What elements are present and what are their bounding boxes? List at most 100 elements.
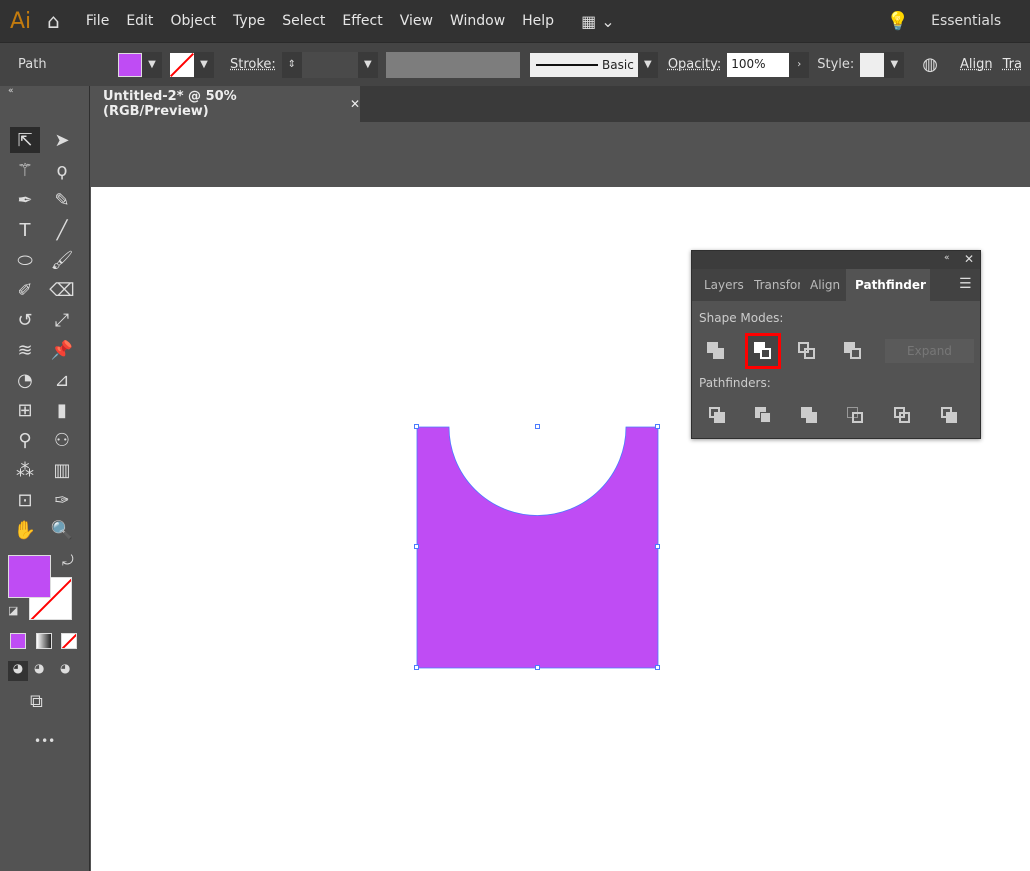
collapse-icon[interactable]: «: [8, 86, 14, 96]
fill-dropdown[interactable]: ▼: [142, 51, 162, 78]
style-swatch[interactable]: [860, 52, 885, 77]
tab-transform[interactable]: Transfor: [754, 269, 800, 301]
brush-definition[interactable]: Basic: [529, 52, 638, 77]
minus-front-button[interactable]: [745, 333, 781, 369]
opacity-label[interactable]: Opacity:: [668, 57, 721, 72]
menu-help[interactable]: Help: [522, 13, 554, 29]
stroke-dropdown[interactable]: ▼: [194, 51, 214, 78]
artboard-tool[interactable]: ⊡: [10, 487, 40, 513]
hand-tool[interactable]: ✋: [10, 517, 40, 543]
stroke-label[interactable]: Stroke:: [230, 57, 276, 72]
selection-handle[interactable]: [655, 544, 660, 549]
line-tool[interactable]: ╱: [47, 217, 77, 243]
gradient-mode-icon[interactable]: [36, 633, 52, 649]
selection-handle[interactable]: [414, 424, 419, 429]
gradient-tool[interactable]: ▮: [47, 397, 77, 423]
magic-wand-tool[interactable]: ⚚: [10, 157, 40, 183]
rotate-tool[interactable]: ↺: [10, 307, 40, 333]
tab-align[interactable]: Align: [810, 269, 840, 301]
minus-back-button[interactable]: [934, 400, 966, 432]
fill-color-swatch[interactable]: [8, 555, 51, 598]
column-graph-tool[interactable]: ▥: [47, 457, 77, 483]
close-tab-icon[interactable]: ✕: [350, 97, 360, 111]
stroke-weight-input[interactable]: [301, 51, 358, 78]
minus-front-result-path[interactable]: [416, 426, 659, 669]
pen-tool[interactable]: ✒: [10, 187, 40, 213]
arrange-documents-icon[interactable]: ▦ ⌄: [581, 12, 615, 31]
direct-selection-tool[interactable]: ➤: [47, 127, 77, 153]
trim-button[interactable]: [748, 400, 780, 432]
paintbrush-tool[interactable]: 🖌: [47, 247, 77, 273]
zoom-tool[interactable]: 🔍: [47, 517, 77, 543]
panel-menu-icon[interactable]: ☰: [959, 276, 972, 292]
divide-button[interactable]: [702, 400, 734, 432]
swap-colors-icon[interactable]: ⤾: [62, 553, 74, 569]
blend-tool[interactable]: ⚇: [47, 427, 77, 453]
unite-button[interactable]: [700, 335, 732, 367]
purple-shape[interactable]: [410, 420, 666, 676]
collapse-panel-icon[interactable]: «: [944, 253, 950, 263]
shape-builder-tool[interactable]: ◔: [10, 367, 40, 393]
stroke-swatch[interactable]: [170, 52, 194, 77]
recolor-icon[interactable]: ◍: [922, 54, 938, 75]
eraser-tool[interactable]: ⌫: [47, 277, 77, 303]
ellipse-tool[interactable]: ⬭: [10, 247, 40, 273]
exclude-button[interactable]: [837, 335, 869, 367]
tab-pathfinder[interactable]: Pathfinder: [846, 269, 930, 301]
draw-inside-icon[interactable]: ◕: [60, 661, 70, 675]
brush-dropdown[interactable]: ▼: [637, 51, 658, 78]
intersect-button[interactable]: [791, 335, 823, 367]
warp-tool[interactable]: ≋: [10, 337, 40, 363]
default-colors-icon[interactable]: ◪: [8, 604, 18, 617]
menu-file[interactable]: File: [86, 13, 109, 29]
selection-handle[interactable]: [535, 424, 540, 429]
align-link[interactable]: Align: [960, 57, 993, 72]
outline-button[interactable]: [887, 400, 919, 432]
curvature-tool[interactable]: ✎: [47, 187, 77, 213]
transform-link[interactable]: Tra: [1003, 57, 1022, 72]
stroke-weight-stepper[interactable]: ⇕: [281, 51, 302, 78]
fill-swatch[interactable]: [118, 52, 142, 77]
symbol-sprayer-tool[interactable]: ⁂: [10, 457, 40, 483]
menu-type[interactable]: Type: [233, 13, 265, 29]
close-panel-icon[interactable]: ✕: [964, 252, 974, 266]
style-dropdown[interactable]: ▼: [884, 51, 905, 78]
selection-tool[interactable]: ⇱: [10, 127, 40, 153]
shaper-tool[interactable]: ✐: [10, 277, 40, 303]
selection-handle[interactable]: [414, 544, 419, 549]
selection-handle[interactable]: [655, 665, 660, 670]
selection-handle[interactable]: [535, 665, 540, 670]
screen-mode-icon[interactable]: ⧉: [30, 691, 43, 712]
none-mode-icon[interactable]: [61, 633, 77, 649]
mesh-tool[interactable]: ⊞: [10, 397, 40, 423]
merge-button[interactable]: [794, 400, 826, 432]
workspace-switcher[interactable]: Essentials: [931, 13, 1001, 29]
menu-effect[interactable]: Effect: [342, 13, 382, 29]
selection-handle[interactable]: [655, 424, 660, 429]
puppet-warp-tool[interactable]: 📌: [47, 337, 77, 363]
draw-behind-icon[interactable]: ◕: [34, 661, 44, 675]
scale-tool[interactable]: ⤢: [47, 307, 77, 333]
variable-width-profile[interactable]: [385, 51, 520, 78]
tab-layers[interactable]: Layers: [704, 269, 744, 301]
document-tab[interactable]: Untitled-2* @ 50% (RGB/Preview) ✕: [91, 86, 360, 122]
home-icon[interactable]: ⌂: [47, 9, 60, 33]
stroke-weight-dropdown[interactable]: ▼: [357, 51, 378, 78]
opacity-arrow[interactable]: ›: [789, 51, 810, 78]
opacity-input[interactable]: 100%: [727, 52, 790, 77]
eyedropper-tool[interactable]: ⚲: [10, 427, 40, 453]
menu-object[interactable]: Object: [170, 13, 216, 29]
edit-toolbar-icon[interactable]: •••: [34, 734, 55, 748]
perspective-grid-tool[interactable]: ⊿: [47, 367, 77, 393]
menu-edit[interactable]: Edit: [126, 13, 153, 29]
menu-window[interactable]: Window: [450, 13, 505, 29]
color-mode-icon[interactable]: [10, 633, 26, 649]
lasso-tool[interactable]: ϙ: [47, 157, 77, 183]
lightbulb-icon[interactable]: 💡: [887, 11, 909, 32]
type-tool[interactable]: T: [10, 217, 40, 243]
menu-select[interactable]: Select: [282, 13, 325, 29]
crop-button[interactable]: [840, 400, 872, 432]
selection-handle[interactable]: [414, 665, 419, 670]
menu-view[interactable]: View: [400, 13, 433, 29]
slice-tool[interactable]: ✑: [47, 487, 77, 513]
